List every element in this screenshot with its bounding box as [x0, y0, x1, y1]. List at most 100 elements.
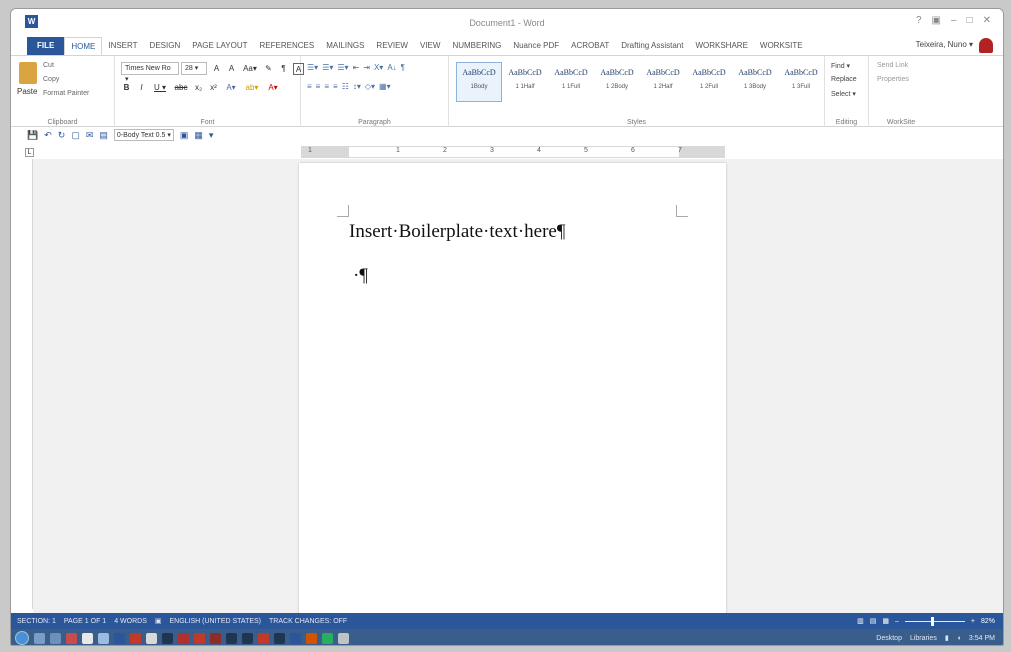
increase-indent-button[interactable]: ⇥ [363, 63, 370, 72]
superscript-button[interactable]: x² [208, 82, 219, 94]
tab-page-layout[interactable]: PAGE LAYOUT [186, 37, 253, 55]
proofing-icon[interactable]: ▣ [155, 617, 162, 625]
taskbar-app-icon[interactable] [194, 632, 205, 644]
send-link-button[interactable]: Send Link [877, 62, 908, 69]
zoom-slider[interactable] [904, 616, 965, 626]
minimize-icon[interactable]: – [951, 15, 957, 26]
taskbar-app-icon[interactable] [178, 632, 189, 644]
taskbar-app-icon[interactable] [258, 632, 269, 644]
style-1-2half[interactable]: AaBbCcD 1 2Half [640, 62, 686, 102]
paste-icon[interactable] [19, 62, 37, 84]
taskbar-app-icon[interactable] [242, 632, 253, 644]
network-icon[interactable]: ▮ [945, 634, 949, 642]
explorer-icon[interactable] [34, 632, 45, 644]
style-1-3full[interactable]: AaBbCcD 1 3Full [778, 62, 824, 102]
replace-button[interactable]: Replace [831, 76, 857, 83]
phonetic-guide-button[interactable]: ¶ [278, 63, 289, 75]
zoom-in-icon[interactable]: + [971, 618, 975, 625]
taskbar-app-icon[interactable] [322, 632, 333, 644]
subscript-button[interactable]: x₂ [193, 82, 204, 94]
borders-button[interactable]: ▦▾ [379, 82, 391, 91]
distributed-button[interactable]: ☷ [342, 82, 349, 91]
highlight-button[interactable]: ab▾ [243, 82, 261, 94]
taskbar-app-icon[interactable] [66, 632, 77, 644]
tab-selector[interactable]: L [25, 148, 34, 157]
taskbar-app-icon[interactable] [290, 632, 301, 644]
strikethrough-button[interactable]: abc [173, 82, 189, 94]
taskbar-app-icon[interactable] [162, 632, 173, 644]
tab-review[interactable]: REVIEW [370, 37, 414, 55]
style-1body[interactable]: AaBbCcD 1Body [456, 62, 502, 102]
properties-button[interactable]: Properties [877, 76, 909, 83]
format-painter-button[interactable]: Format Painter [43, 90, 89, 97]
style-select[interactable]: 0-Body Text 0.5 ▾ [113, 129, 174, 141]
taskbar-app-icon[interactable] [146, 632, 157, 644]
desktop-toolbar[interactable]: Desktop [876, 635, 902, 642]
avatar[interactable] [979, 38, 993, 53]
cut-button[interactable]: Cut [43, 62, 54, 69]
toolbar-icon[interactable]: ▣ [180, 130, 189, 141]
start-button[interactable] [15, 631, 29, 645]
line-spacing-button[interactable]: ↕▾ [353, 82, 361, 91]
toolbar-icon[interactable]: ▦ [194, 130, 203, 141]
style-1-2full[interactable]: AaBbCcD 1 2Full [686, 62, 732, 102]
status-words[interactable]: 4 WORDS [114, 618, 147, 625]
zoom-thumb[interactable] [930, 616, 934, 626]
font-color-button[interactable]: A▾ [265, 82, 281, 94]
tab-file[interactable]: FILE [27, 37, 65, 55]
tab-view[interactable]: VIEW [414, 37, 446, 55]
taskbar-app-icon[interactable] [98, 632, 109, 644]
paste-button[interactable]: Paste [17, 87, 37, 96]
print-layout-icon[interactable]: ▤ [870, 617, 877, 625]
help-icon[interactable]: ? [916, 15, 922, 26]
chinese-layout-button[interactable]: X▾ [374, 63, 383, 72]
redo-icon[interactable]: ↻ [58, 130, 66, 141]
bullets-button[interactable]: ☰▾ [307, 63, 318, 72]
acrobat-taskbar-icon[interactable] [130, 632, 141, 644]
tab-nuance-pdf[interactable]: Nuance PDF [507, 37, 565, 55]
taskbar-app-icon[interactable] [50, 632, 61, 644]
status-page[interactable]: PAGE 1 OF 1 [64, 618, 106, 625]
taskbar-app-icon[interactable] [210, 632, 221, 644]
tab-numbering[interactable]: NUMBERING [446, 37, 507, 55]
tab-worksite[interactable]: WORKSITE [754, 37, 809, 55]
show-hide-button[interactable]: ¶ [401, 63, 405, 72]
text-effects-button[interactable]: A▾ [223, 82, 239, 94]
tab-drafting-assistant[interactable]: Drafting Assistant [615, 37, 689, 55]
grow-font-button[interactable]: A [211, 63, 222, 75]
horizontal-ruler[interactable]: 1 1 2 3 4 5 6 7 [301, 146, 725, 158]
document-page[interactable]: Insert·Boilerplate·text·here¶ ·¶ [299, 163, 726, 618]
word-taskbar-icon[interactable] [114, 632, 125, 644]
copy-button[interactable]: Copy [43, 76, 59, 83]
tab-insert[interactable]: INSERT [102, 37, 143, 55]
email-icon[interactable]: ✉ [86, 130, 94, 141]
shrink-font-button[interactable]: A [226, 63, 237, 75]
style-1-1half[interactable]: AaBbCcD 1 1Half [502, 62, 548, 102]
align-left-button[interactable]: ≡ [307, 82, 312, 91]
customize-icon[interactable]: ▾ [209, 130, 214, 141]
find-button[interactable]: Find ▾ [831, 62, 850, 70]
tab-design[interactable]: DESIGN [144, 37, 187, 55]
document-paragraph-mark[interactable]: ·¶ [353, 265, 368, 287]
style-1-3body[interactable]: AaBbCcD 1 3Body [732, 62, 778, 102]
decrease-indent-button[interactable]: ⇤ [353, 63, 360, 72]
taskbar-app-icon[interactable] [306, 632, 317, 644]
bold-button[interactable]: B [121, 82, 132, 94]
maximize-icon[interactable]: □ [967, 15, 973, 26]
change-case-button[interactable]: Aa▾ [241, 63, 259, 75]
tab-references[interactable]: REFERENCES [254, 37, 321, 55]
user-account[interactable]: Teixeira, Nuno ▾ [916, 40, 973, 49]
justify-button[interactable]: ≡ [333, 82, 338, 91]
zoom-level[interactable]: 82% [981, 618, 995, 625]
italic-button[interactable]: I [136, 82, 147, 94]
tab-workshare[interactable]: WORKSHARE [689, 37, 753, 55]
save-icon[interactable]: 💾 [27, 130, 38, 141]
status-section[interactable]: SECTION: 1 [17, 618, 56, 625]
multilevel-list-button[interactable]: ☰▾ [337, 63, 348, 72]
libraries-toolbar[interactable]: Libraries [910, 635, 937, 642]
style-1-1full[interactable]: AaBbCcD 1 1Full [548, 62, 594, 102]
volume-icon[interactable]: ◖ [957, 635, 961, 642]
tab-home[interactable]: HOME [64, 37, 103, 55]
status-language[interactable]: ENGLISH (UNITED STATES) [169, 618, 261, 625]
vertical-ruler[interactable] [21, 159, 33, 609]
